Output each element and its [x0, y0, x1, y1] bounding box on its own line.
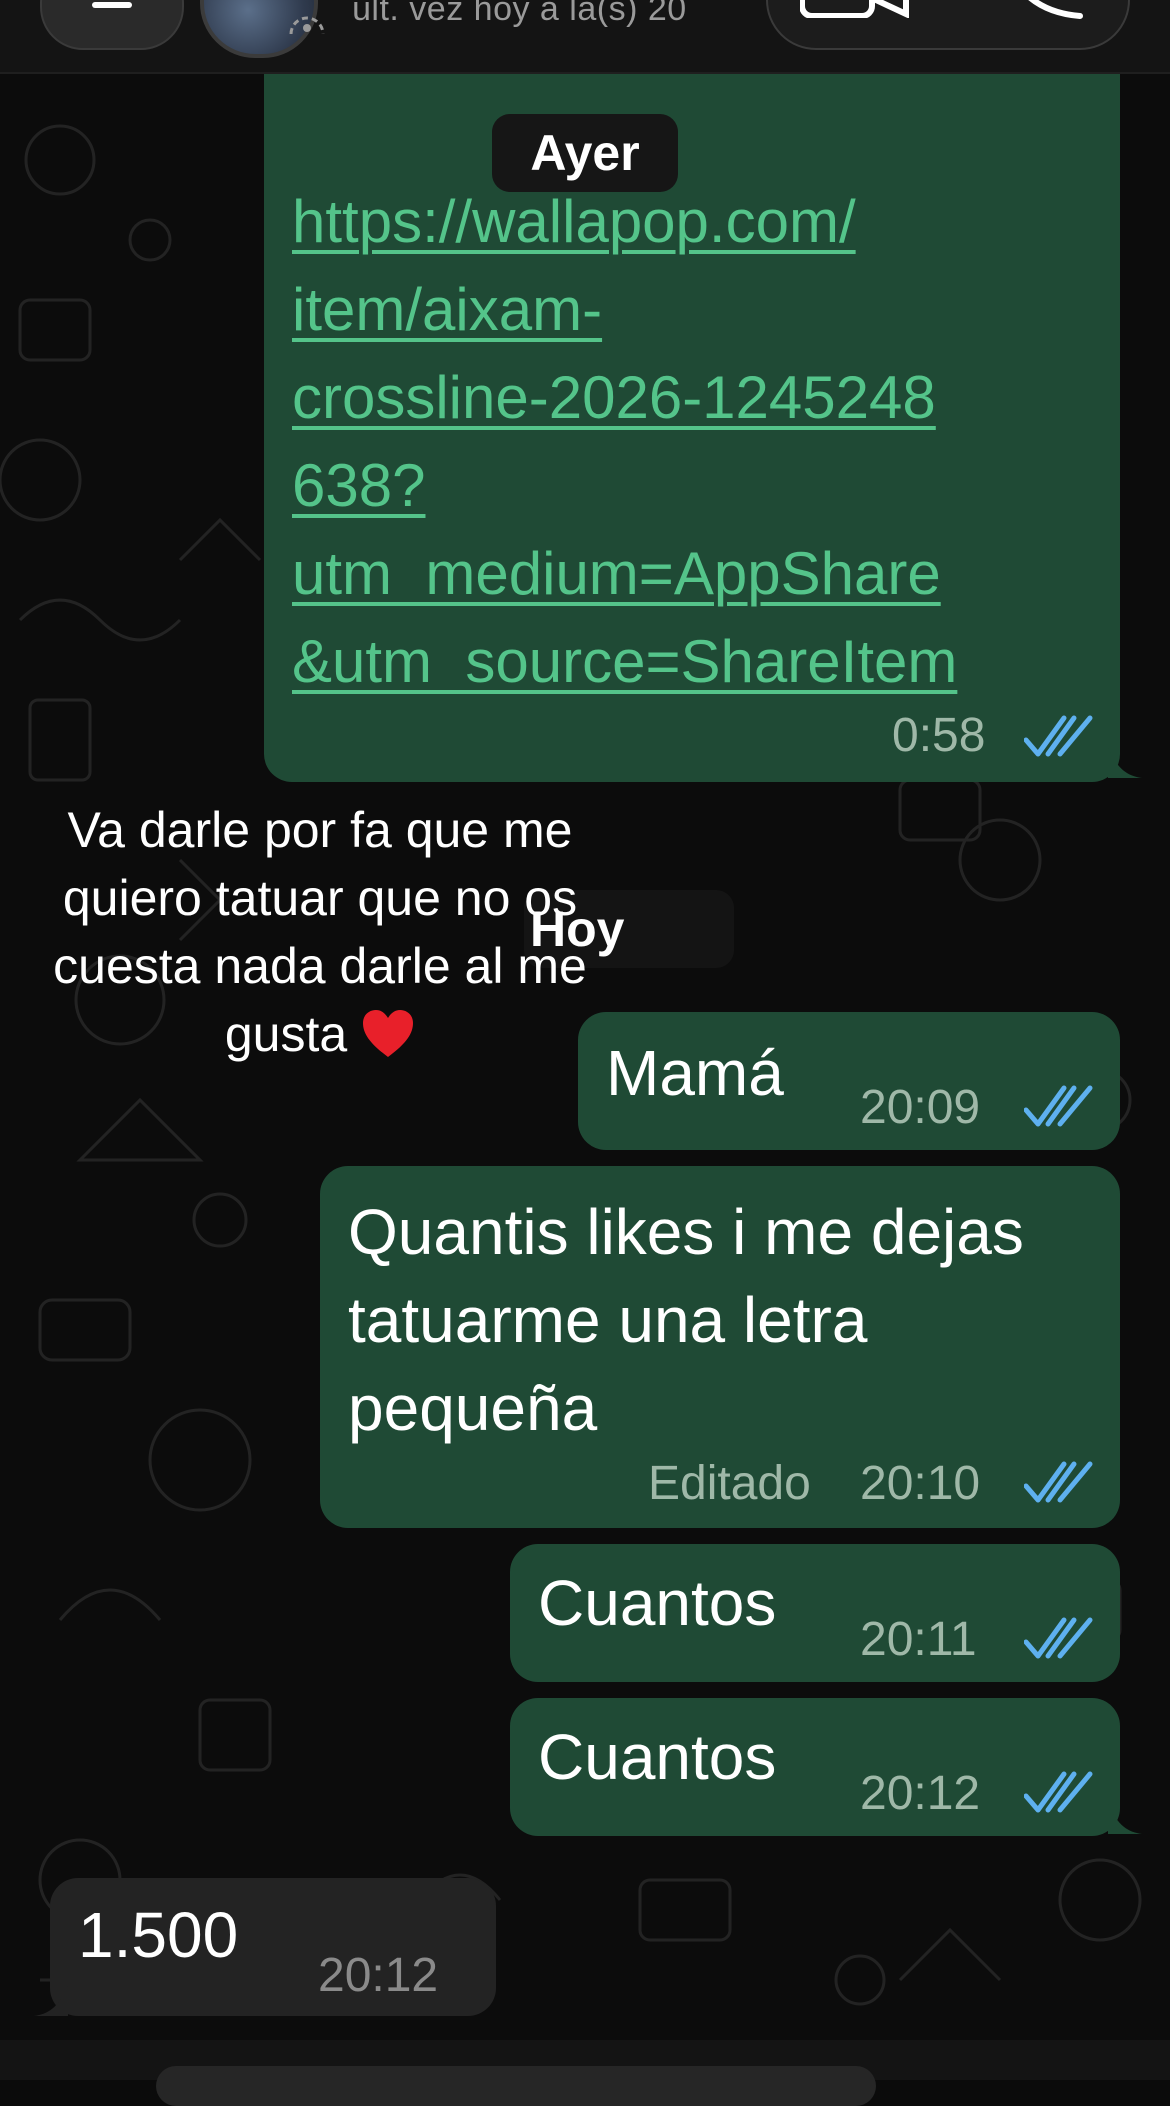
- message-time: 20:12: [860, 1767, 981, 1820]
- bubble-tail: [1108, 1804, 1142, 1834]
- back-button[interactable]: [40, 0, 184, 50]
- link-line: https://wallapop.com/: [292, 188, 856, 255]
- back-arrow-icon: [92, 2, 132, 8]
- message-time: 20:12: [318, 1949, 439, 2002]
- message-time: 20:10: [860, 1457, 981, 1510]
- message-text: 1.500: [78, 1899, 239, 1971]
- message-text: Cuantos: [538, 1567, 777, 1639]
- bubble-tail: [34, 1986, 68, 2016]
- read-ticks-icon: [1024, 1085, 1093, 1127]
- link-line: crossline-2026-1245248: [292, 364, 936, 431]
- message-time: 0:58: [892, 709, 986, 762]
- chat-header: últ. vez hoy a la(s) 20: [0, 0, 1170, 74]
- message-line: Quantis likes i me dejas: [348, 1196, 1024, 1268]
- bubble-tail: [1108, 748, 1142, 778]
- status-ring-icon: [289, 16, 325, 35]
- message-text: Cuantos: [538, 1721, 777, 1793]
- heart-icon: [363, 1010, 414, 1057]
- video-call-icon[interactable]: [800, 0, 910, 18]
- link-line: item/aixam-: [292, 276, 603, 343]
- message-time: 20:09: [860, 1081, 981, 1134]
- read-ticks-icon: [1024, 1771, 1093, 1813]
- story-overlay-caption: Va darle por fa que me quiero tatuar que…: [10, 796, 630, 1068]
- last-seen-text: últ. vez hoy a la(s) 20: [352, 0, 687, 28]
- message-text: Mamá: [606, 1037, 784, 1109]
- message-text: Quantis likes i me dejas tatuarme una le…: [348, 1188, 1024, 1452]
- read-ticks-icon: [1024, 1617, 1093, 1659]
- message-time: 20:11: [860, 1613, 977, 1666]
- link-line: &utm_source=ShareItem: [292, 628, 958, 695]
- read-ticks-icon: [1024, 1461, 1093, 1503]
- message-input[interactable]: [156, 2066, 876, 2106]
- caption-line: quiero tatuar que no os: [62, 870, 578, 926]
- link-line: utm_medium=AppShare: [292, 540, 941, 607]
- link-line: 638?: [292, 452, 426, 519]
- edited-label: Editado: [648, 1457, 811, 1510]
- caption-line-last: gusta: [10, 1000, 630, 1068]
- shared-link[interactable]: https://wallapop.com/ item/aixam- crossl…: [292, 178, 1102, 706]
- caption-line: Va darle por fa que me: [67, 802, 573, 858]
- phone-call-icon[interactable]: [1000, 0, 1090, 20]
- caption-line: gusta: [224, 1006, 348, 1062]
- read-ticks-icon: [1024, 715, 1093, 757]
- message-line: pequeña: [348, 1372, 598, 1444]
- caption-line: cuesta nada darle al me: [53, 938, 587, 994]
- message-line: tatuarme una letra: [348, 1284, 868, 1356]
